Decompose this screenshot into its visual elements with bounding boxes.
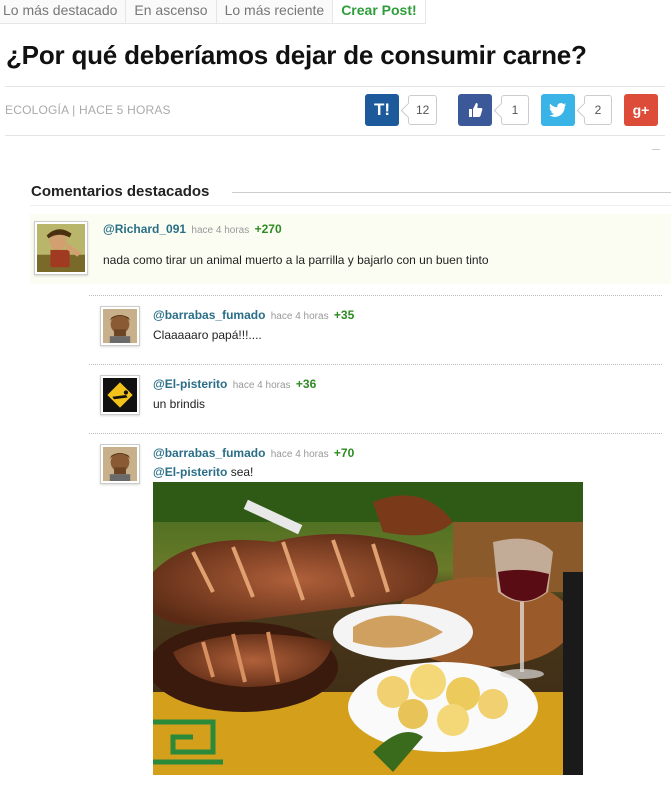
- divider: [89, 433, 662, 434]
- warning-sign-icon: [103, 378, 137, 412]
- comment-text: Claaaaaro papá!!!....: [153, 328, 262, 342]
- twitter-share: 2: [541, 94, 612, 126]
- comment-score: +70: [333, 446, 355, 460]
- comment-username[interactable]: @El-pisterito: [153, 377, 227, 391]
- divider: [232, 192, 671, 193]
- twitter-count: 2: [584, 95, 612, 125]
- comment-header: @Richard_091 hace 4 horas +270: [103, 222, 282, 236]
- tab-ascenso[interactable]: En ascenso: [126, 0, 217, 24]
- avatar[interactable]: [100, 306, 140, 346]
- comment-score: +270: [254, 222, 282, 236]
- facebook-button[interactable]: [458, 94, 492, 126]
- avatar-image: [103, 309, 137, 343]
- comment-time: hace 4 horas: [270, 311, 329, 322]
- comment-text: un brindis: [153, 397, 206, 411]
- comment-header: @El-pisterito hace 4 horas +36: [153, 377, 316, 391]
- thumbs-up-icon: [469, 103, 483, 117]
- google-share: g+: [624, 94, 658, 126]
- comment-username[interactable]: @barrabas_fumado: [153, 446, 265, 460]
- taringa-count: 12: [408, 95, 438, 125]
- twitter-button[interactable]: [541, 94, 575, 126]
- facebook-share: 1: [458, 94, 529, 126]
- post-meta: ECOLOGÍA | HACE 5 HORAS: [5, 103, 171, 117]
- comment-text: nada como tirar un animal muerto a la pa…: [103, 253, 489, 267]
- comment-username[interactable]: @barrabas_fumado: [153, 308, 265, 322]
- avatar[interactable]: [34, 221, 88, 275]
- divider: [5, 86, 665, 87]
- facebook-count: 1: [501, 95, 529, 125]
- comment-photo: [153, 482, 583, 775]
- comment-header: @barrabas_fumado hace 4 horas +35: [153, 308, 354, 322]
- google-plus-button[interactable]: g+: [624, 94, 658, 126]
- comment-time: hace 4 horas: [191, 225, 250, 236]
- tab-reciente[interactable]: Lo más reciente: [216, 0, 334, 24]
- tab-destacado[interactable]: Lo más destacado: [0, 0, 127, 24]
- comment-username[interactable]: @Richard_091: [103, 222, 186, 236]
- comment-score: +36: [295, 377, 317, 391]
- tab-crear-post[interactable]: Crear Post!: [333, 0, 426, 24]
- divider: [30, 205, 671, 206]
- divider: [89, 295, 662, 296]
- divider: [5, 135, 665, 136]
- post-title: ¿Por qué deberíamos dejar de consumir ca…: [6, 40, 587, 70]
- bird-icon: [549, 103, 566, 117]
- avatar-image: [37, 224, 85, 272]
- taringa-share: T! 12: [365, 94, 438, 126]
- grilled-meat-photo: [153, 482, 583, 775]
- comment-time: hace 4 horas: [270, 449, 329, 460]
- comment-text-body: sea!: [227, 465, 254, 479]
- comment-header: @barrabas_fumado hace 4 horas +70: [153, 446, 354, 460]
- divider: [89, 364, 662, 365]
- comment-time: hace 4 horas: [232, 380, 291, 391]
- decorative-mark: [652, 149, 660, 150]
- taringa-button[interactable]: T!: [365, 94, 399, 126]
- comments-section-title: Comentarios destacados: [31, 183, 210, 200]
- avatar[interactable]: [100, 375, 140, 415]
- comment-score: +35: [333, 308, 355, 322]
- top-tabs: Lo más destacado En ascenso Lo más recie…: [0, 0, 426, 24]
- avatar[interactable]: [100, 444, 140, 484]
- comment-mention[interactable]: @El-pisterito: [153, 465, 227, 479]
- avatar-image: [103, 447, 137, 481]
- comment-text: @El-pisterito sea!: [153, 465, 253, 479]
